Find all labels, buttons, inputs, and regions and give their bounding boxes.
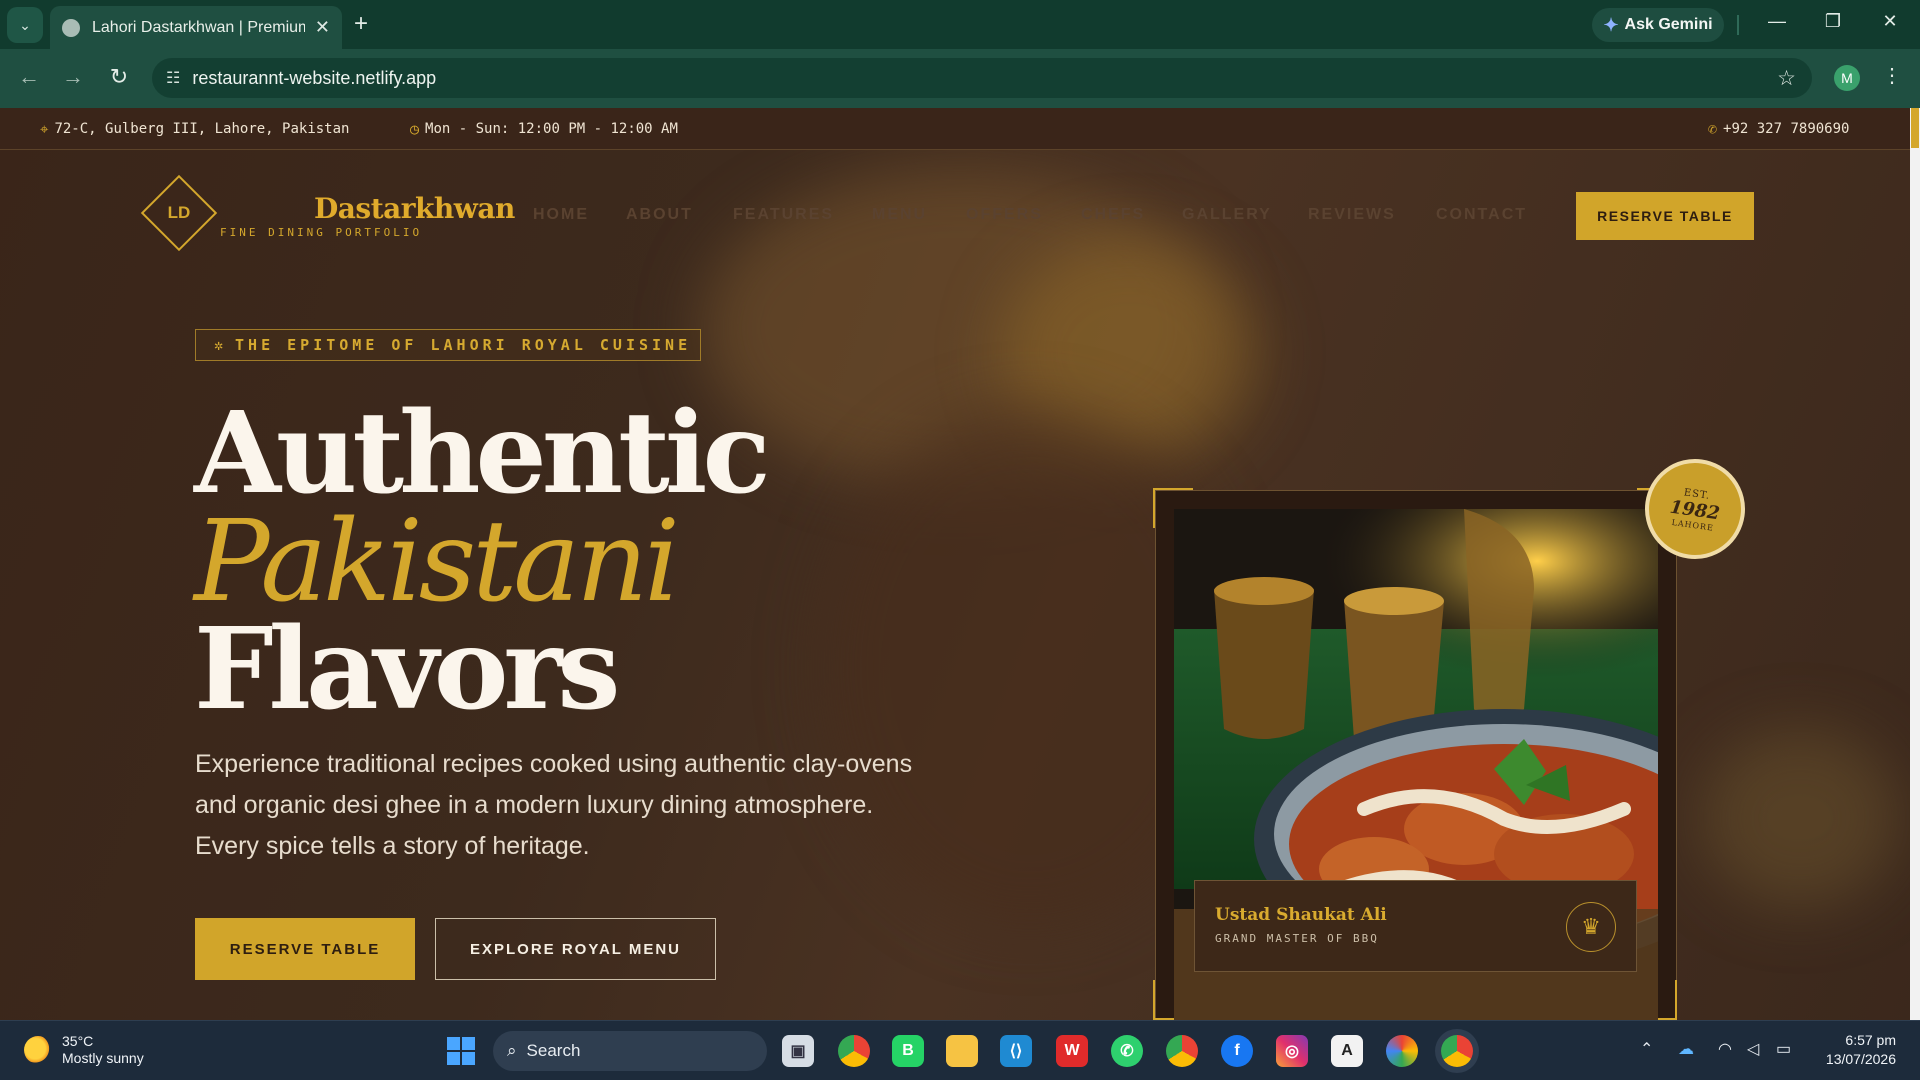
whatsapp-business-icon[interactable]: B [892, 1035, 924, 1067]
ask-gemini-button[interactable]: ✦ Ask Gemini [1592, 8, 1724, 42]
onedrive-icon[interactable]: ☁ [1678, 1039, 1694, 1059]
chrome-active-icon[interactable] [1441, 1035, 1473, 1067]
kebab-menu-icon[interactable]: ⋮ [1882, 63, 1902, 88]
wps-office-icon[interactable]: W [1056, 1035, 1088, 1067]
site-settings-icon[interactable]: ☷ [166, 68, 180, 88]
nav-contact[interactable]: CONTACT [1436, 206, 1527, 224]
browser-tab-strip: ⌄ Lahori Dastarkhwan | Premium ✕ + ✦ Ask… [0, 0, 1920, 49]
url-text[interactable]: restaurannt-website.netlify.app [192, 68, 436, 89]
browser-toolbar: ← → ↻ ☷ restaurannt-website.netlify.app … [0, 49, 1920, 108]
nav-menu[interactable]: MENU [872, 206, 927, 224]
nav-chefs[interactable]: CHEFS [1081, 206, 1145, 224]
scrollbar-thumb[interactable] [1911, 108, 1919, 148]
tab-title: Lahori Dastarkhwan | Premium [92, 18, 305, 36]
facebook-icon[interactable]: f [1221, 1035, 1253, 1067]
weather-widget[interactable]: 35°C Mostly sunny [24, 1033, 144, 1067]
weather-icon [24, 1036, 52, 1064]
nav-gallery[interactable]: GALLERY [1182, 206, 1272, 224]
clock-icon: ◷ [410, 120, 420, 138]
profile-avatar[interactable]: M [1834, 65, 1860, 91]
chef-role: GRAND MASTER OF BBQ [1215, 932, 1379, 945]
address-bar[interactable]: ☷ restaurannt-website.netlify.app ☆ [152, 58, 1812, 98]
medal-icon: ✲ [214, 336, 228, 354]
hero-tagline: ✲ THE EPITOME OF LAHORI ROYAL CUISINE [195, 329, 701, 361]
hours-info: ◷ Mon - Sun: 12:00 PM - 12:00 AM [410, 120, 678, 138]
brand-subtitle: FINE DINING PORTFOLIO [220, 226, 423, 239]
chef-card: Ustad Shaukat Ali GRAND MASTER OF BBQ ♛ [1194, 880, 1637, 972]
hero-description: Experience traditional recipes cooked us… [195, 750, 913, 860]
weather-temp: 35°C [62, 1033, 94, 1049]
forward-icon[interactable]: → [58, 64, 88, 90]
weather-desc: Mostly sunny [62, 1050, 144, 1066]
hero-title-line1: Authentic [194, 388, 771, 519]
clock-date: 13/07/2026 [1825, 1051, 1896, 1067]
vscode-icon[interactable]: ⟨⟩ [1000, 1035, 1032, 1067]
taskbar-clock[interactable]: 6:57 pm 13/07/2026 [1814, 1031, 1896, 1069]
close-icon[interactable]: ✕ [315, 17, 330, 38]
search-label: Search [526, 1041, 581, 1060]
active-tab[interactable]: Lahori Dastarkhwan | Premium ✕ [50, 6, 342, 49]
chrome-profile-icon[interactable] [1166, 1035, 1198, 1067]
website-viewport: ⌖ 72-C, Gulberg III, Lahore, Pakistan ◷ … [0, 108, 1920, 1020]
brand-name[interactable]: Dastarkhwan [314, 192, 515, 225]
nav-features[interactable]: FEATURES [733, 206, 834, 224]
wifi-icon[interactable]: ◠ [1718, 1039, 1732, 1059]
nav-offers[interactable]: OFFERS [966, 206, 1043, 224]
instagram-icon[interactable]: ◎ [1276, 1035, 1308, 1067]
globe-icon [62, 18, 80, 37]
reserve-table-nav-button[interactable]: RESERVE TABLE [1576, 192, 1754, 240]
bookmark-star-icon[interactable]: ☆ [1777, 66, 1796, 91]
logo-initials[interactable]: LD [152, 186, 206, 240]
app-icon[interactable]: A [1331, 1035, 1363, 1067]
battery-icon[interactable]: ▭ [1776, 1039, 1791, 1059]
search-icon: ⌕ [507, 1041, 517, 1060]
reserve-table-button[interactable]: RESERVE TABLE [195, 918, 415, 980]
hero-title-line2: Pakistani [194, 497, 680, 627]
whatsapp-icon[interactable]: ✆ [1111, 1035, 1143, 1067]
clock-time: 6:57 pm [1845, 1032, 1896, 1048]
taskbar-search[interactable]: ⌕ Search [493, 1031, 767, 1071]
minimize-icon[interactable]: — [1762, 11, 1792, 32]
address-info: ⌖ 72-C, Gulberg III, Lahore, Pakistan [40, 120, 349, 138]
plus-icon[interactable]: + [354, 10, 368, 38]
chrome-icon[interactable] [838, 1035, 870, 1067]
file-explorer-icon[interactable] [946, 1035, 978, 1067]
photos-icon[interactable] [1386, 1035, 1418, 1067]
address-text: 72-C, Gulberg III, Lahore, Pakistan [54, 121, 350, 137]
divider [1737, 15, 1739, 35]
gemini-label: Ask Gemini [1624, 16, 1713, 33]
phone-icon: ✆ [1708, 120, 1718, 138]
explore-menu-button[interactable]: EXPLORE ROYAL MENU [435, 918, 716, 980]
nav-home[interactable]: HOME [533, 206, 589, 224]
task-view-icon[interactable]: ▣ [782, 1035, 814, 1067]
window-close-icon[interactable]: ✕ [1875, 11, 1905, 32]
restore-icon[interactable]: ❐ [1818, 11, 1848, 32]
page-scrollbar[interactable] [1910, 108, 1920, 1020]
windows-taskbar: 35°C Mostly sunny ⌕ Search ▣ B ⟨⟩ W ✆ f … [0, 1020, 1920, 1080]
back-icon[interactable]: ← [14, 64, 44, 90]
hero-title-line3: Flavors [194, 604, 620, 735]
hours-text: Mon - Sun: 12:00 PM - 12:00 AM [425, 121, 678, 137]
chevron-up-icon[interactable]: ⌃ [1640, 1039, 1653, 1059]
chef-name: Ustad Shaukat Ali [1215, 905, 1387, 925]
info-bar: ⌖ 72-C, Gulberg III, Lahore, Pakistan ◷ … [0, 108, 1910, 150]
hero-bg-side [1700, 728, 1900, 908]
reload-icon[interactable]: ↻ [104, 64, 134, 90]
tagline-text: THE EPITOME OF LAHORI ROYAL CUISINE [235, 336, 692, 354]
nav-reviews[interactable]: REVIEWS [1308, 206, 1396, 224]
volume-icon[interactable]: ◁ [1747, 1039, 1759, 1059]
award-icon: ♛ [1566, 902, 1616, 952]
phone-info[interactable]: ✆ +92 327 7890690 [1708, 120, 1849, 138]
location-pin-icon: ⌖ [40, 120, 49, 138]
phone-text[interactable]: +92 327 7890690 [1723, 121, 1849, 137]
gemini-icon: ✦ [1603, 14, 1619, 35]
nav-about[interactable]: ABOUT [626, 206, 693, 224]
tab-search-icon[interactable]: ⌄ [7, 7, 43, 43]
windows-start-icon[interactable] [447, 1037, 475, 1065]
